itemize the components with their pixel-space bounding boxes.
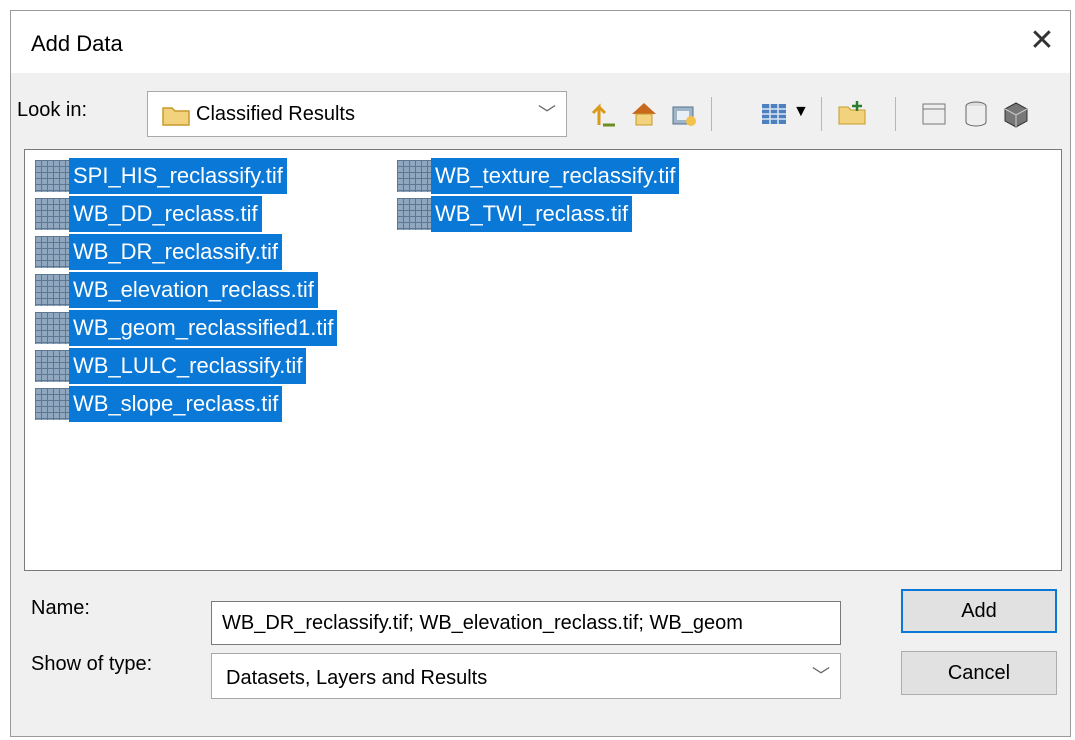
- show-of-type-label: Show of type:: [31, 653, 153, 675]
- list-item[interactable]: WB_elevation_reclass.tif: [35, 272, 318, 308]
- chevron-down-icon: ﹀: [538, 104, 556, 124]
- catalog-icon[interactable]: [919, 99, 949, 129]
- name-field[interactable]: WB_DR_reclassify.tif; WB_elevation_recla…: [211, 601, 841, 645]
- view-options-icon[interactable]: [759, 99, 789, 129]
- folder-icon: [162, 107, 190, 126]
- raster-icon: [35, 236, 69, 268]
- list-item[interactable]: WB_texture_reclassify.tif: [397, 158, 680, 194]
- raster-icon: [35, 388, 69, 420]
- raster-icon: [35, 274, 69, 306]
- list-item[interactable]: WB_TWI_reclass.tif: [397, 196, 633, 232]
- toolbar-separator: [821, 97, 822, 131]
- toolbar-separator: [895, 97, 896, 131]
- toolbar-separator: [711, 97, 712, 131]
- list-item[interactable]: WB_DR_reclassify.tif: [35, 234, 282, 270]
- toolbox-icon[interactable]: [1001, 99, 1031, 129]
- dialog-title: Add Data: [31, 31, 123, 56]
- look-in-value: Classified Results: [196, 103, 355, 125]
- raster-icon: [35, 312, 69, 344]
- show-of-type-dropdown[interactable]: Datasets, Layers and Results ﹀: [211, 653, 841, 699]
- raster-icon: [35, 198, 69, 230]
- home-icon[interactable]: [629, 99, 659, 129]
- raster-icon: [35, 350, 69, 382]
- add-button[interactable]: Add: [901, 589, 1057, 633]
- list-item[interactable]: WB_DD_reclass.tif: [35, 196, 262, 232]
- database-icon[interactable]: [961, 99, 991, 129]
- connect-folder-icon[interactable]: [669, 99, 699, 129]
- add-data-dialog: Add Data ✕ Look in: Classified Results ﹀…: [10, 10, 1071, 737]
- close-icon[interactable]: ✕: [1024, 23, 1060, 59]
- list-item[interactable]: WB_geom_reclassified1.tif: [35, 310, 338, 346]
- name-value: WB_DR_reclassify.tif; WB_elevation_recla…: [222, 612, 743, 634]
- raster-icon: [397, 198, 431, 230]
- cancel-button[interactable]: Cancel: [901, 651, 1057, 695]
- list-item[interactable]: SPI_HIS_reclassify.tif: [35, 158, 287, 194]
- list-item[interactable]: WB_slope_reclass.tif: [35, 386, 283, 422]
- look-in-dropdown[interactable]: Classified Results ﹀: [147, 91, 567, 137]
- new-folder-icon[interactable]: [837, 99, 867, 129]
- show-of-type-value: Datasets, Layers and Results: [226, 667, 488, 689]
- chevron-down-icon: ﹀: [812, 666, 830, 686]
- name-label: Name:: [31, 597, 90, 619]
- look-in-label: Look in:: [17, 99, 88, 121]
- raster-icon: [35, 160, 69, 192]
- raster-icon: [397, 160, 431, 192]
- title-bar: Add Data ✕: [11, 11, 1070, 73]
- list-item[interactable]: WB_LULC_reclassify.tif: [35, 348, 307, 384]
- up-one-level-icon[interactable]: [589, 99, 619, 129]
- view-dropdown-icon[interactable]: ▼: [793, 103, 809, 121]
- file-list[interactable]: SPI_HIS_reclassify.tif WB_DD_reclass.tif…: [24, 149, 1062, 571]
